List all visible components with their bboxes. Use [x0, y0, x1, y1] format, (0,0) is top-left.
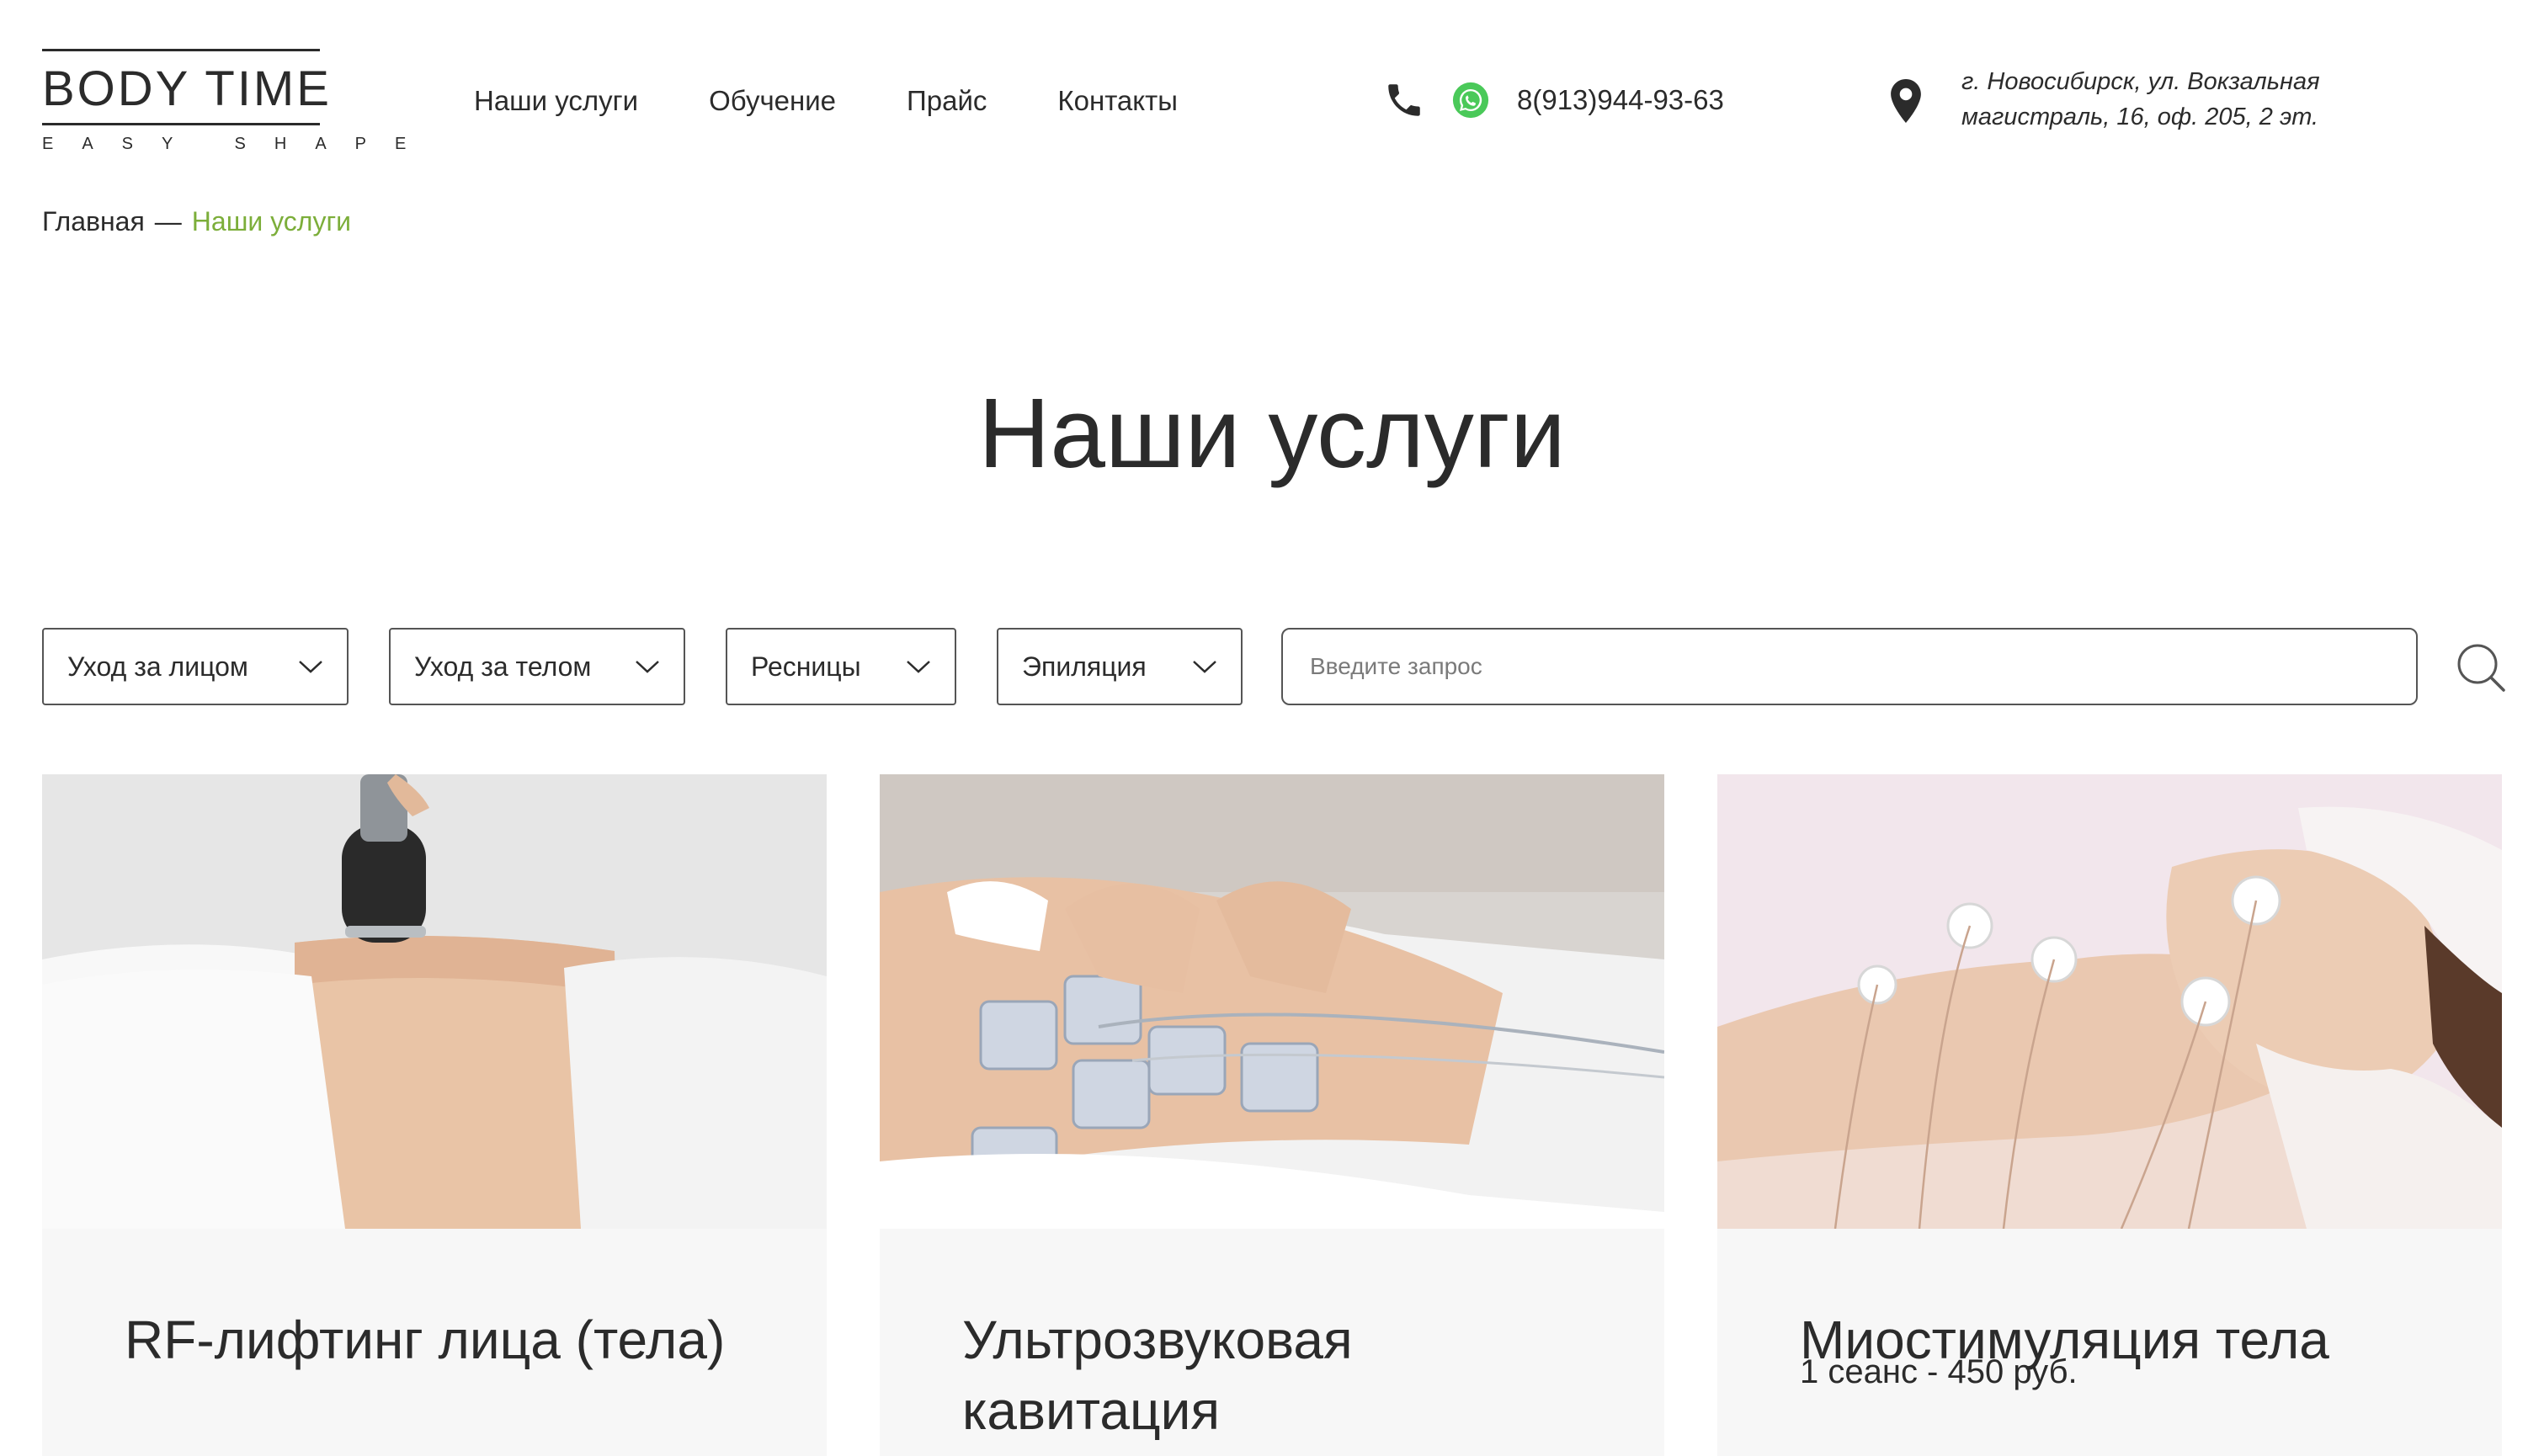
service-photo [880, 774, 1664, 1229]
breadcrumb-home[interactable]: Главная [42, 206, 145, 236]
page-title: Наши услуги [978, 378, 1566, 489]
main-nav: Наши услуги Обучение Прайс Контакты [474, 81, 1178, 121]
search-input[interactable] [1281, 628, 2418, 705]
filter-label: Ресницы [751, 651, 861, 682]
chevron-down-icon [907, 661, 930, 673]
breadcrumb-current: Наши услуги [191, 206, 351, 236]
chevron-down-icon [636, 661, 659, 673]
nav-item-training[interactable]: Обучение [709, 81, 836, 121]
filter-lashes-dropdown[interactable]: Ресницы [726, 628, 956, 705]
service-title: RF-лифтинг лица (тела) [125, 1310, 726, 1370]
chevron-down-icon [1193, 661, 1216, 673]
nav-item-services[interactable]: Наши услуги [474, 81, 638, 121]
logo[interactable]: BODY TIME EASY SHAPE [42, 49, 435, 155]
logo-bottom-rule [42, 123, 320, 125]
breadcrumb-separator: — [154, 206, 182, 236]
service-card-rf-lifting[interactable]: RF-лифтинг лица (тела) [42, 774, 827, 1456]
service-card-cavitation[interactable]: Ультрозвуковая кавитация [880, 774, 1664, 1456]
service-title: Ультрозвуковая кавитация [962, 1310, 1353, 1441]
phone-block: 8(913)944-93-63 [1381, 74, 1724, 126]
whatsapp-icon[interactable] [1450, 79, 1492, 121]
map-pin-icon [1889, 79, 1929, 126]
filter-face-care-dropdown[interactable]: Уход за лицом [42, 628, 349, 705]
search-icon[interactable] [2455, 641, 2507, 693]
service-price: 1 сеанс - 450 руб. [1800, 1353, 2078, 1390]
logo-top-rule [42, 49, 320, 51]
filter-label: Эпиляция [1022, 651, 1147, 682]
breadcrumb: Главная — Наши услуги [42, 204, 351, 239]
phone-icon[interactable] [1381, 77, 1428, 124]
filter-label: Уход за лицом [67, 651, 248, 682]
service-card-myostimulation[interactable]: Миостимуляция тела 1 сеанс - 450 руб. [1717, 774, 2502, 1456]
service-photo [42, 774, 827, 1229]
filter-label: Уход за телом [414, 651, 592, 682]
nav-item-price[interactable]: Прайс [907, 81, 987, 121]
nav-item-contacts[interactable]: Контакты [1057, 81, 1178, 121]
filter-epilation-dropdown[interactable]: Эпиляция [997, 628, 1243, 705]
logo-tagline: EASY SHAPE [42, 135, 435, 153]
filter-body-care-dropdown[interactable]: Уход за телом [389, 628, 685, 705]
chevron-down-icon [299, 661, 322, 673]
address-block: г. Новосибирск, ул. Вокзальная магистрал… [1889, 64, 2433, 135]
service-photo [1717, 774, 2502, 1229]
address-text: г. Новосибирск, ул. Вокзальная магистрал… [1961, 68, 2320, 130]
logo-brand: BODY TIME [42, 61, 332, 116]
phone-number[interactable]: 8(913)944-93-63 [1517, 84, 1724, 116]
